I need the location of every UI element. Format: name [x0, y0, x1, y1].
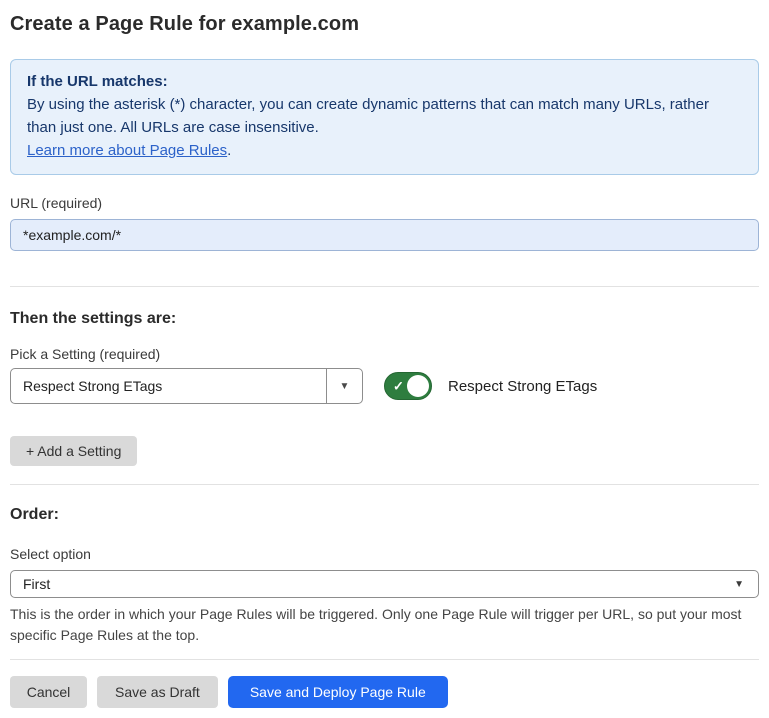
cancel-button[interactable]: Cancel	[10, 676, 87, 708]
url-field-label: URL (required)	[10, 195, 759, 211]
setting-row: Respect Strong ETags ▼ ✓ Respect Strong …	[10, 368, 759, 404]
page-title: Create a Page Rule for example.com	[10, 12, 759, 36]
order-select-label: Select option	[10, 546, 759, 562]
chevron-down-icon: ▼	[340, 381, 350, 392]
footer-divider	[10, 659, 759, 660]
toggle-knob	[407, 375, 429, 397]
save-and-deploy-button[interactable]: Save and Deploy Page Rule	[228, 676, 448, 708]
order-select[interactable]: First ▼	[10, 570, 759, 598]
add-setting-button[interactable]: + Add a Setting	[10, 436, 137, 466]
url-input[interactable]	[10, 219, 759, 251]
info-box-heading: If the URL matches:	[27, 70, 742, 93]
pick-setting-label: Pick a Setting (required)	[10, 346, 759, 362]
link-suffix: .	[227, 142, 231, 159]
check-icon: ✓	[393, 380, 404, 393]
setting-select-value: Respect Strong ETags	[11, 369, 326, 403]
learn-more-link[interactable]: Learn more about Page Rules	[27, 142, 227, 159]
settings-section-heading: Then the settings are:	[10, 309, 759, 328]
info-box-link-line: Learn more about Page Rules.	[27, 139, 742, 162]
create-page-rule-form: Create a Page Rule for example.com If th…	[0, 12, 769, 708]
save-as-draft-button[interactable]: Save as Draft	[97, 676, 218, 708]
section-divider	[10, 484, 759, 485]
setting-select[interactable]: Respect Strong ETags ▼	[10, 368, 363, 404]
url-match-info-box: If the URL matches: By using the asteris…	[10, 59, 759, 175]
chevron-down-icon: ▼	[734, 579, 744, 590]
section-divider	[10, 286, 759, 287]
info-box-body: By using the asterisk (*) character, you…	[27, 93, 742, 139]
respect-strong-etags-toggle[interactable]: ✓	[384, 372, 432, 400]
order-section-heading: Order:	[10, 505, 759, 524]
order-help-text: This is the order in which your Page Rul…	[10, 604, 759, 646]
footer-actions: Cancel Save as Draft Save and Deploy Pag…	[10, 676, 759, 708]
order-select-value: First	[23, 576, 50, 592]
setting-select-arrow-button[interactable]: ▼	[326, 369, 362, 403]
toggle-label: Respect Strong ETags	[448, 378, 597, 395]
